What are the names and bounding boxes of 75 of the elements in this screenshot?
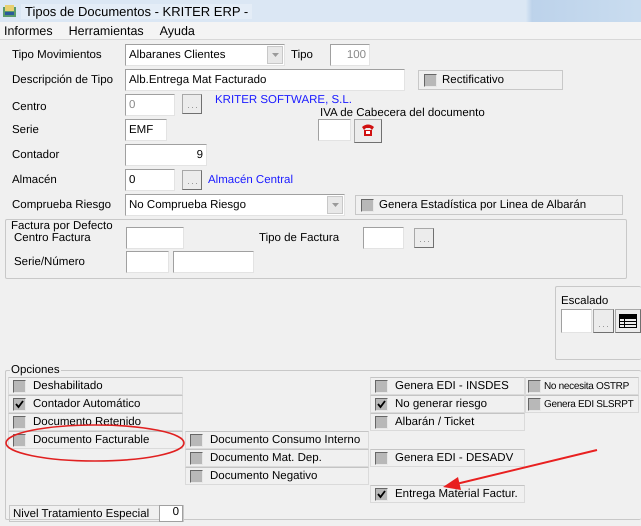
field-label: Nivel Tratamiento Especial <box>13 508 150 520</box>
ellipsis-button[interactable] <box>182 94 202 114</box>
caret-icon <box>332 203 338 207</box>
input-field[interactable]: Alb.Entrega Mat Facturado <box>125 69 405 91</box>
checkbox[interactable] <box>375 488 388 500</box>
checkbox[interactable] <box>424 74 437 86</box>
input-field[interactable] <box>363 227 404 249</box>
group-title: Opciones <box>10 364 61 376</box>
field-label: Serie <box>11 124 40 136</box>
input-field[interactable] <box>173 251 254 273</box>
checkbox-option[interactable]: Documento Consumo Interno <box>185 431 369 449</box>
field-label: IVA de Cabecera del documento <box>320 107 486 119</box>
checkbox-option[interactable]: No necesita OSTRP <box>525 377 639 395</box>
field-label: Escalado <box>561 295 610 307</box>
field-label: Tipo <box>291 49 314 61</box>
field-label: Contador <box>11 149 60 161</box>
checkbox-option[interactable]: Documento Facturable <box>8 431 183 449</box>
checkbox-option[interactable]: Documento Negativo <box>185 467 369 485</box>
menu-item[interactable]: Ayuda <box>150 24 201 38</box>
input-field[interactable] <box>318 119 351 141</box>
checkbox[interactable] <box>375 452 388 464</box>
checkbox[interactable] <box>13 416 26 428</box>
checkbox-option[interactable]: Genera EDI SLSRPT <box>525 395 639 413</box>
checkbox[interactable] <box>375 398 388 410</box>
checkbox[interactable] <box>190 452 203 464</box>
table-icon <box>618 314 637 328</box>
checkbox[interactable] <box>375 416 388 428</box>
input-field[interactable]: 9 <box>125 144 207 166</box>
checkbox[interactable] <box>13 398 26 410</box>
checkbox[interactable] <box>528 398 541 410</box>
checkbox[interactable] <box>528 380 541 392</box>
checkbox-option[interactable]: Contador Automático <box>8 395 183 413</box>
field-label: Comprueba Riesgo <box>11 199 112 211</box>
menu-item[interactable]: Informes <box>0 24 59 38</box>
field-label: Centro Factura <box>13 232 92 244</box>
group-title: Factura por Defecto <box>10 220 114 232</box>
checkbox-option[interactable]: Deshabilitado <box>8 377 183 395</box>
checkbox[interactable] <box>190 434 203 446</box>
ellipsis-button[interactable] <box>593 309 614 333</box>
icon-button[interactable] <box>614 309 641 333</box>
field-label: Almacén <box>11 174 58 186</box>
ellipsis-button[interactable] <box>182 170 202 190</box>
checkbox[interactable] <box>190 470 203 482</box>
field-label: Serie/Número <box>13 256 86 268</box>
checkbox-option[interactable]: Albarán / Ticket <box>370 413 525 431</box>
field-label: Tipo de Factura <box>259 232 340 244</box>
input-field[interactable]: 0 <box>125 169 175 191</box>
dropdown[interactable]: No Comprueba Riesgo <box>125 194 345 216</box>
checkbox-option[interactable]: Documento Mat. Dep. <box>185 449 369 467</box>
caret-icon <box>272 53 278 57</box>
link[interactable]: Almacén Central <box>208 174 294 186</box>
field-label: Descripción de Tipo <box>11 74 114 86</box>
input-field[interactable] <box>561 309 592 333</box>
checkbox-option[interactable]: Genera EDI - DESADV <box>370 449 525 467</box>
checkbox-option[interactable]: Rectificativo <box>418 70 563 90</box>
checkbox[interactable] <box>375 380 388 392</box>
input-field[interactable]: EMF <box>125 119 167 141</box>
checkbox-option[interactable]: Genera Estadística por Linea de Albarán <box>355 195 623 215</box>
ellipsis-button[interactable] <box>414 228 434 248</box>
window-title: Tipos de Documentos - KRITER ERP - <box>21 4 252 18</box>
checkbox[interactable] <box>361 198 374 212</box>
input-field[interactable]: 0 <box>159 505 183 522</box>
field-label: Centro <box>11 100 48 112</box>
checkbox[interactable] <box>13 434 26 446</box>
checkbox[interactable] <box>13 380 26 392</box>
field-label: Tipo Movimientos <box>11 49 103 61</box>
checkbox-option[interactable]: Genera EDI - INSDES <box>370 377 525 395</box>
dropdown[interactable]: Albaranes Clientes <box>125 44 285 66</box>
checkbox-option[interactable]: Entrega Material Factur. <box>370 485 525 503</box>
input-field[interactable] <box>126 227 184 249</box>
app-icon <box>2 4 17 18</box>
telephone-icon <box>359 123 377 139</box>
input-field[interactable] <box>126 251 169 273</box>
menu-item[interactable]: Herramientas <box>58 24 150 38</box>
checkbox-option[interactable]: No generar riesgo <box>370 395 525 413</box>
